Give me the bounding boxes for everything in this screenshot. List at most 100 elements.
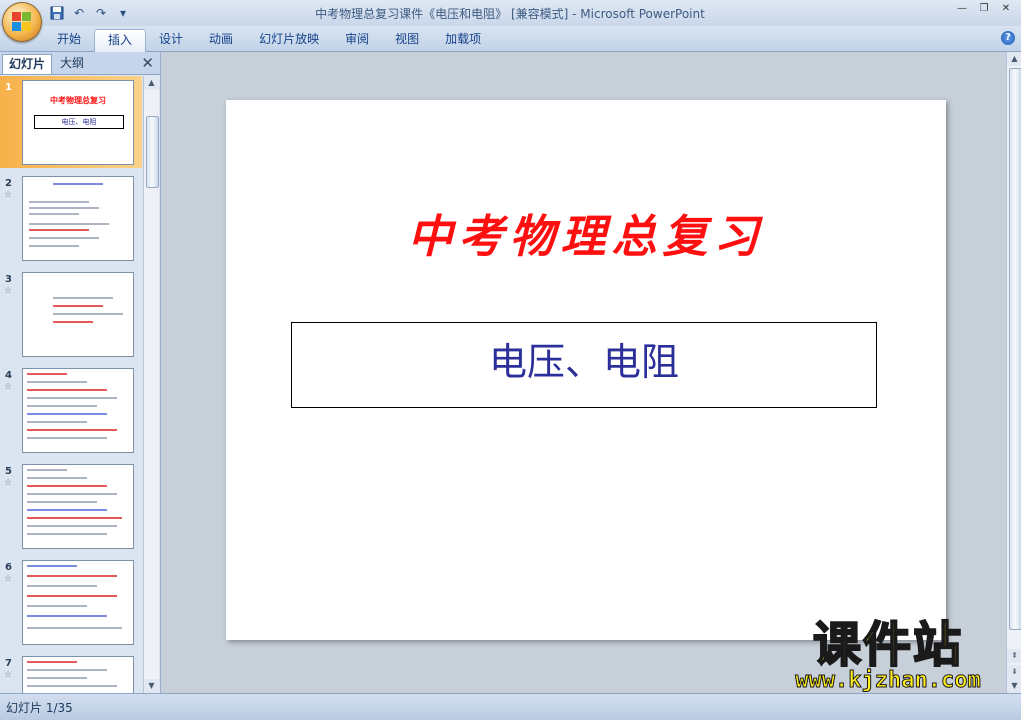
slide-subtitle: 电压、电阻 (488, 340, 679, 384)
thumb-title: 中考物理总复习 (50, 96, 106, 105)
office-logo-icon (12, 12, 32, 32)
watermark-text: 课件站 (812, 617, 963, 673)
slide-number: 1 (5, 82, 12, 93)
animation-icon: ☆ (4, 478, 13, 488)
slide-number: 3 (5, 274, 12, 285)
thumb-text-line (27, 381, 87, 383)
slide-thumbnail-row[interactable]: 6 ☆ (0, 556, 142, 648)
scroll-down-icon[interactable]: ▼ (1007, 679, 1021, 693)
status-bar: 幻灯片 1/35 (0, 693, 1021, 720)
thumb-text-line (27, 397, 117, 399)
tab-slides[interactable]: 幻灯片 (2, 54, 53, 74)
next-slide-icon[interactable]: ⇟ (1007, 665, 1021, 679)
thumb-text-line (53, 183, 103, 185)
ribbon-tab[interactable]: 动画 (196, 29, 246, 51)
thumb-text-line (27, 565, 77, 567)
ribbon-tab[interactable]: 插入 (94, 29, 147, 52)
slide-thumbnail[interactable] (22, 176, 134, 261)
ribbon-tab[interactable]: 视图 (382, 29, 432, 51)
slide-thumbnail[interactable] (22, 656, 134, 693)
slide-thumbnail[interactable] (22, 272, 134, 357)
ribbon-tab[interactable]: 设计 (146, 29, 196, 51)
minimize-icon[interactable]: — (953, 2, 971, 16)
redo-icon[interactable]: ↷ (92, 4, 110, 22)
ribbon-tab[interactable]: 开始 (44, 29, 94, 51)
thumb-text-line (29, 207, 99, 209)
thumb-text-line (27, 405, 97, 407)
previous-slide-icon[interactable]: ⇞ (1007, 649, 1021, 663)
slide-thumbnail[interactable]: 中考物理总复习 电压、电阻 (22, 80, 134, 165)
thumb-text-line (27, 677, 87, 679)
slide-thumbnail-row[interactable]: 5 ☆ (0, 460, 142, 552)
slide-thumbnail-row[interactable]: 1 中考物理总复习 电压、电阻 (0, 76, 142, 168)
slide[interactable]: 中考物理总复习 电压、电阻 (226, 100, 946, 640)
scroll-thumb[interactable] (1009, 68, 1021, 630)
thumb-text-line (27, 685, 117, 687)
slide-thumbnail[interactable] (22, 560, 134, 645)
ribbon-tab[interactable]: 审阅 (332, 29, 382, 51)
thumb-text-line (27, 413, 107, 415)
office-button[interactable] (2, 2, 42, 42)
slide-title[interactable]: 中考物理总复习 (226, 200, 946, 265)
watermark-logo: 课件站 www.kjzhan.com (768, 617, 1008, 694)
ribbon-tab[interactable]: 幻灯片放映 (246, 29, 332, 51)
scroll-up-icon[interactable]: ▲ (1007, 52, 1021, 66)
thumb-text-line (29, 201, 89, 203)
slide-thumbnail[interactable] (22, 464, 134, 549)
thumb-text-line (27, 389, 107, 391)
thumb-text-line (27, 605, 87, 607)
thumbnail-scrollbar[interactable]: ▲ ▼ (143, 76, 159, 693)
ribbon-tab[interactable]: 加载项 (432, 29, 494, 51)
thumb-text-line (29, 213, 79, 215)
close-icon[interactable]: ✕ (141, 54, 154, 72)
watermark-url: www.kjzhan.com (795, 668, 981, 694)
animation-icon: ☆ (4, 286, 13, 296)
scroll-thumb[interactable] (146, 116, 159, 188)
slide-thumbnails: 1 中考物理总复习 电压、电阻 2 ☆ 3 ☆ 4 ☆ 5 ☆ 6 ☆ 7 ☆ (0, 76, 142, 693)
thumb-text-line (53, 297, 113, 299)
subtitle-placeholder[interactable]: 电压、电阻 (291, 322, 877, 408)
quick-access-toolbar: ↶ ↷ ▾ (48, 3, 132, 23)
slide-number: 4 (5, 370, 12, 381)
animation-icon: ☆ (4, 670, 13, 680)
thumb-text-line (53, 305, 103, 307)
save-icon[interactable] (48, 4, 66, 22)
tab-outline[interactable]: 大纲 (54, 54, 90, 73)
slide-thumbnail-row[interactable]: 4 ☆ (0, 364, 142, 456)
thumb-text-line (27, 661, 77, 663)
thumb-text-line (27, 525, 117, 527)
animation-icon: ☆ (4, 574, 13, 584)
thumb-text-line (27, 501, 97, 503)
thumb-text-line (27, 615, 107, 617)
window-controls: — ❐ ✕ (953, 2, 1015, 16)
thumb-text-line (27, 429, 117, 431)
thumb-text-line (53, 321, 93, 323)
thumb-text-line (29, 237, 99, 239)
thumb-subtitle: 电压、电阻 (61, 118, 97, 126)
slide-scrollbar[interactable]: ▲ ⇞ ⇟ ▼ (1006, 52, 1021, 693)
slide-thumbnail[interactable] (22, 368, 134, 453)
slide-thumbnail-row[interactable]: 3 ☆ (0, 268, 142, 360)
thumb-text-line (27, 477, 87, 479)
customize-icon[interactable]: ▾ (114, 4, 132, 22)
animation-icon: ☆ (4, 190, 13, 200)
scroll-down-icon[interactable]: ▼ (144, 679, 159, 693)
animation-icon: ☆ (4, 382, 13, 392)
undo-icon[interactable]: ↶ (70, 4, 88, 22)
slide-thumbnail-row[interactable]: 2 ☆ (0, 172, 142, 264)
scroll-up-icon[interactable]: ▲ (144, 76, 159, 90)
ribbon: 开始 插入 设计 动画 幻灯片放映 审阅 视图 加载项 ? (0, 26, 1021, 52)
slide-number: 6 (5, 562, 12, 573)
thumb-text-line (29, 229, 89, 231)
restore-icon[interactable]: ❐ (975, 2, 993, 16)
thumb-text-line (27, 595, 117, 597)
thumb-text-line (53, 313, 123, 315)
ribbon-tabs: 开始 插入 设计 动画 幻灯片放映 审阅 视图 加载项 (44, 29, 494, 52)
help-icon[interactable]: ? (1001, 31, 1015, 45)
slide-thumbnail-row[interactable]: 7 ☆ (0, 652, 142, 693)
slide-number: 5 (5, 466, 12, 477)
slide-number: 2 (5, 178, 12, 189)
thumb-text-line (27, 493, 117, 495)
close-icon[interactable]: ✕ (997, 2, 1015, 16)
thumb-text-line (27, 509, 107, 511)
